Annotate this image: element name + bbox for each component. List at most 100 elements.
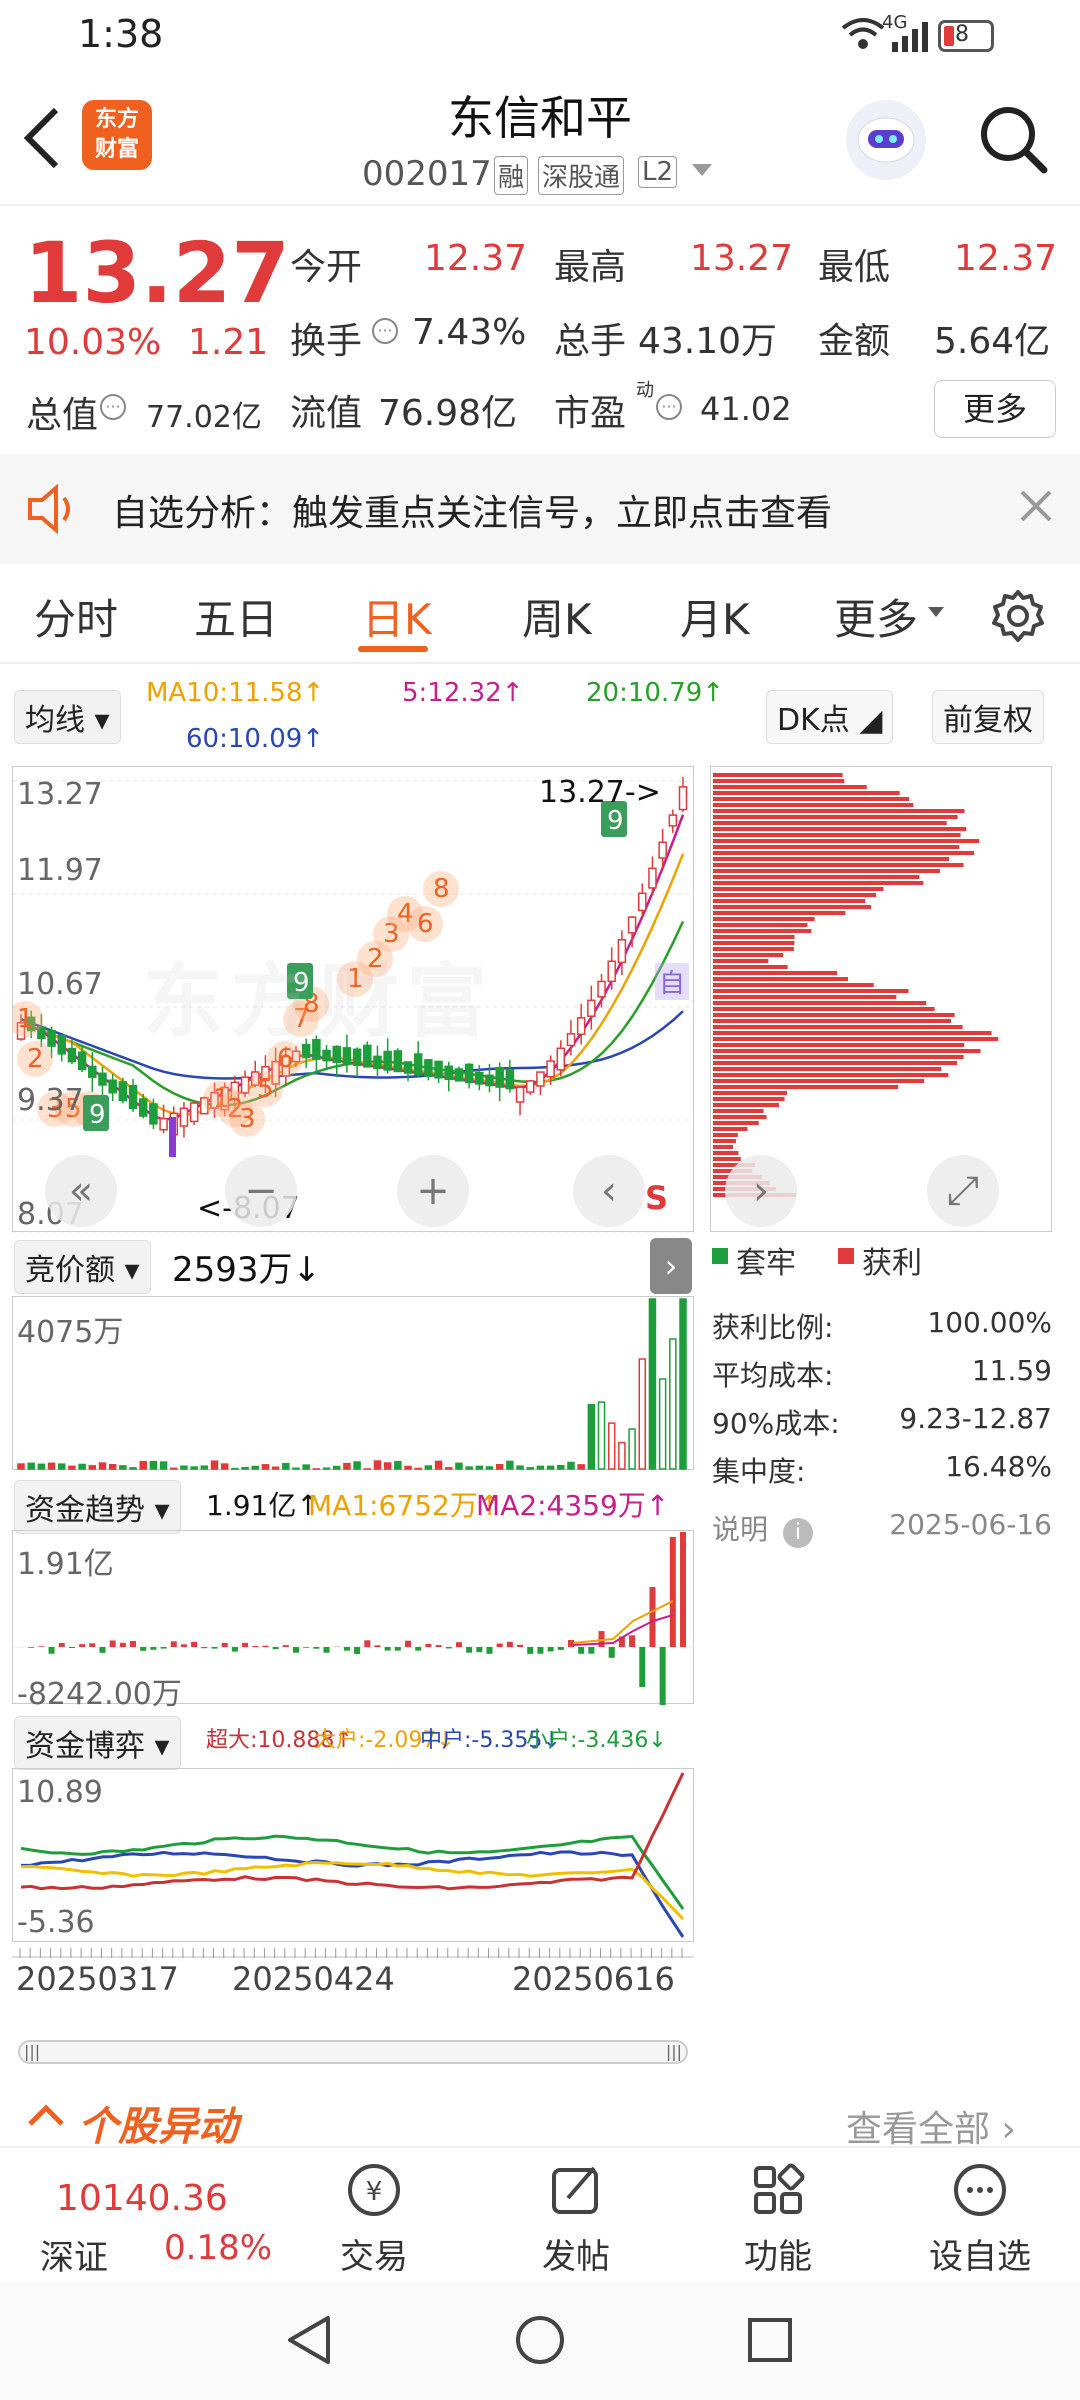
gear-icon[interactable]	[990, 588, 1046, 648]
auction-bar	[638, 1358, 647, 1470]
trend-bar	[547, 1647, 554, 1652]
chip-bar	[713, 1067, 942, 1071]
auction-bar	[445, 1467, 453, 1470]
high-label: 最高	[554, 247, 627, 288]
caret-down-icon[interactable]	[926, 604, 946, 623]
trend-bar	[191, 1641, 198, 1647]
chip-bar	[713, 839, 980, 843]
caret-down-icon[interactable]	[690, 162, 714, 184]
x-date-2: 20250424	[232, 1960, 395, 1998]
tab-five-day[interactable]: 五日	[194, 586, 278, 647]
trend-bar	[211, 1647, 218, 1649]
nav-home-icon[interactable]	[512, 2312, 568, 2372]
high-value: 13.27	[690, 238, 794, 279]
chip-bar	[713, 1079, 925, 1083]
nav-trade[interactable]: ¥ 交易	[314, 2160, 434, 2278]
tab-monthly-k[interactable]: 月K	[680, 586, 750, 647]
y-label-top: 13.27	[17, 777, 103, 812]
index-name[interactable]: 深证	[40, 2230, 108, 2279]
trend-bar	[680, 1532, 686, 1647]
chip-distribution[interactable]: › ⤢	[710, 766, 1052, 1232]
chip-note-row[interactable]: 说明 i 2025-06-16	[712, 1508, 1052, 1548]
trend-bar	[79, 1644, 86, 1647]
more-button[interactable]: 更多	[934, 380, 1056, 438]
tab-intraday[interactable]: 分时	[34, 586, 118, 647]
candle-body	[88, 1065, 97, 1078]
zoom-in-icon[interactable]: +	[397, 1155, 469, 1227]
fund-trend-select[interactable]: 资金趋势 ▾	[14, 1480, 181, 1534]
right-handle[interactable]: |||	[666, 2042, 682, 2062]
auction-select[interactable]: 竞价额 ▾	[14, 1240, 151, 1294]
index-value[interactable]: 10140.36	[56, 2178, 228, 2219]
candle-body	[607, 960, 616, 983]
float-value-label: 流值	[290, 393, 363, 434]
scroll-left-icon[interactable]: «	[45, 1155, 117, 1227]
chip-bar	[713, 983, 874, 987]
chip-bar	[713, 917, 815, 921]
chip-bar	[713, 1007, 935, 1011]
chip-bar	[713, 1085, 899, 1089]
auction-bar	[98, 1462, 107, 1470]
tag-margin: 融	[494, 156, 529, 195]
index-pct[interactable]: 0.18%	[164, 2228, 272, 2268]
yuan-circle-icon: ¥	[348, 2164, 400, 2216]
view-all-link[interactable]: 查看全部 ›	[846, 2100, 1016, 2152]
candle-body	[77, 1051, 87, 1071]
battery-icon: 8	[938, 20, 994, 52]
nav-post[interactable]: 发帖	[516, 2160, 636, 2278]
chip-bar	[713, 803, 914, 807]
kline-chart[interactable]: 123571235678123468999 东方财富 13.27 11.97 1…	[12, 766, 695, 1233]
trend-bar	[435, 1645, 442, 1647]
volume-value: 43.10万	[638, 321, 778, 362]
candle-body	[638, 892, 647, 912]
auction-bar	[37, 1463, 46, 1470]
candle-body	[444, 1065, 454, 1081]
dk-point-select[interactable]: DK点 ◢	[766, 690, 894, 744]
chip-bar	[713, 1025, 963, 1029]
info-dots-icon[interactable]: ···	[100, 394, 126, 420]
expand-arrow-icon[interactable]: ›	[650, 1238, 692, 1294]
adjust-select[interactable]: 前复权	[932, 690, 1044, 744]
td-count: 1	[17, 1004, 34, 1034]
auction-bar	[170, 1467, 178, 1470]
step-left-icon[interactable]: ‹	[573, 1155, 645, 1227]
nav-function[interactable]: 功能	[718, 2160, 838, 2278]
trend-bar	[425, 1643, 432, 1647]
auction-bar	[485, 1466, 494, 1470]
trend-bar	[48, 1647, 55, 1654]
candle-body	[658, 841, 667, 859]
trend-bar	[262, 1645, 269, 1647]
auction-bar	[546, 1465, 555, 1470]
battery-level: 8	[955, 22, 969, 47]
chevron-up-icon[interactable]	[26, 2100, 66, 2134]
trend-bar	[537, 1647, 544, 1654]
auction-bar	[57, 1463, 66, 1470]
nav-back-icon[interactable]	[282, 2312, 338, 2372]
candle-body	[149, 1103, 158, 1125]
trend-bar	[58, 1642, 65, 1647]
search-icon[interactable]	[978, 104, 1050, 180]
fund-game-select[interactable]: 资金博弈 ▾	[14, 1716, 181, 1770]
fund-game-chart[interactable]: 10.89 -5.36	[12, 1768, 694, 1942]
nav-add-watchlist[interactable]: 设自选	[920, 2160, 1040, 2278]
info-dots-icon[interactable]: ···	[372, 318, 398, 344]
auction-bar	[139, 1460, 147, 1470]
step-right-icon[interactable]: ›	[725, 1155, 797, 1227]
info-dots-icon[interactable]: ···	[656, 394, 682, 420]
fund-trend-chart[interactable]: 1.91亿 -8242.00万	[12, 1530, 695, 1712]
tab-weekly-k[interactable]: 周K	[522, 586, 592, 647]
zoom-out-icon[interactable]: −	[225, 1155, 297, 1227]
tab-more[interactable]: 更多	[834, 586, 918, 647]
ma-select[interactable]: 均线 ▾	[14, 690, 121, 744]
close-icon[interactable]	[1018, 488, 1054, 528]
auction-chart[interactable]: 4075万	[12, 1296, 694, 1470]
left-handle[interactable]: |||	[24, 2042, 40, 2062]
analysis-banner[interactable]: 自选分析：触发重点关注信号，立即点击查看	[0, 454, 1080, 564]
tab-daily-k[interactable]: 日K	[362, 586, 432, 647]
low-label: 最低	[818, 247, 891, 288]
expand-icon[interactable]: ⤢	[927, 1155, 999, 1227]
robot-avatar-icon[interactable]	[846, 100, 926, 180]
nav-recent-icon[interactable]	[742, 2312, 798, 2372]
chip-bar	[713, 851, 975, 855]
range-scrollbar[interactable]: ||| |||	[18, 2040, 688, 2064]
